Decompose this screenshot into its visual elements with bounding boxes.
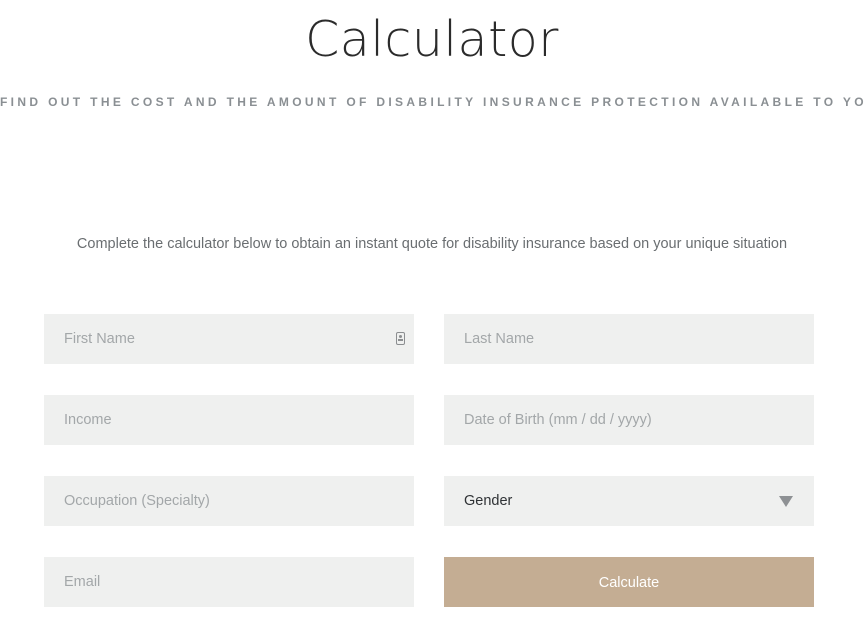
income-field bbox=[44, 395, 414, 445]
first-name-field bbox=[44, 314, 414, 364]
contact-card-icon[interactable] bbox=[396, 332, 405, 345]
page-subtitle: FIND OUT THE COST AND THE AMOUNT OF DISA… bbox=[0, 95, 864, 109]
chevron-down-icon bbox=[779, 496, 793, 507]
email-field bbox=[44, 557, 414, 607]
intro-text: Complete the calculator below to obtain … bbox=[76, 236, 788, 252]
gender-selected-value: Gender bbox=[464, 493, 513, 509]
income-input[interactable] bbox=[44, 395, 414, 445]
calculate-button[interactable]: Calculate bbox=[444, 557, 814, 607]
email-input[interactable] bbox=[44, 557, 414, 607]
page-title: Calculator bbox=[305, 11, 559, 68]
last-name-input[interactable] bbox=[444, 314, 814, 364]
dob-input[interactable] bbox=[444, 395, 814, 445]
occupation-field bbox=[44, 476, 414, 526]
occupation-input[interactable] bbox=[44, 476, 414, 526]
dob-field bbox=[444, 395, 814, 445]
first-name-input[interactable] bbox=[44, 314, 414, 364]
last-name-field bbox=[444, 314, 814, 364]
gender-select[interactable]: Gender bbox=[444, 476, 814, 526]
calculator-page: Calculator FIND OUT THE COST AND THE AMO… bbox=[0, 0, 864, 636]
